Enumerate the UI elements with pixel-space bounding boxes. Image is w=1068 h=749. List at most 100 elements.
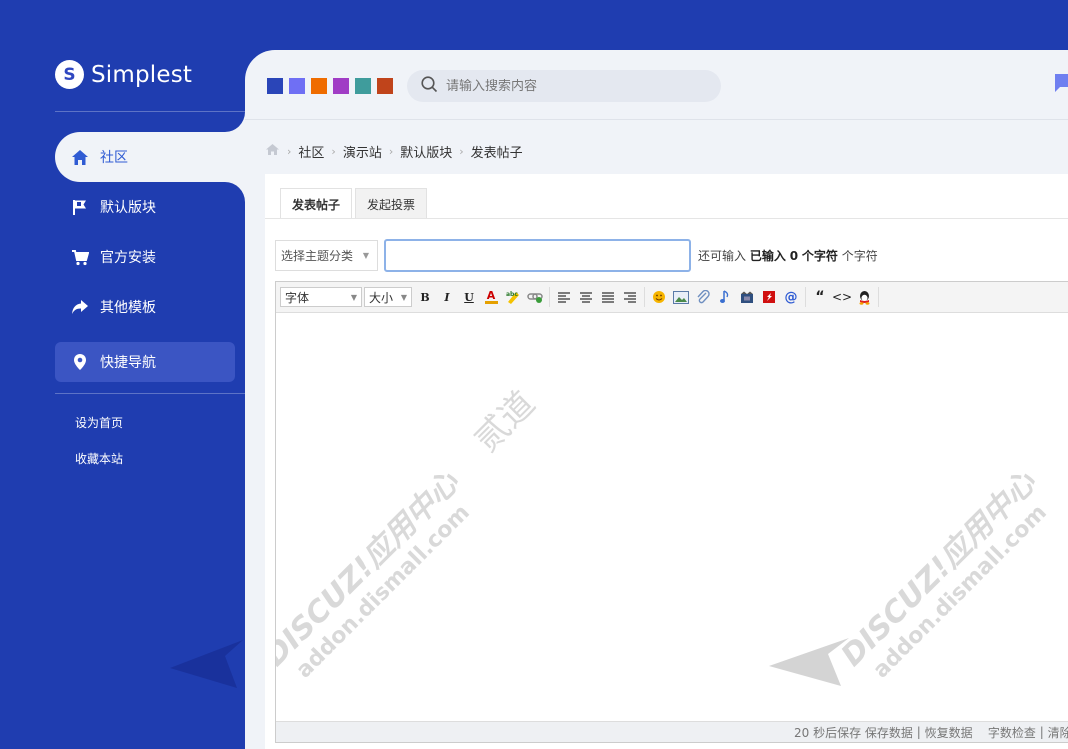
bookmark-site-link[interactable]: 收藏本站 (75, 450, 123, 467)
watermark-arrow-icon (769, 638, 849, 686)
hint-prefix: 还可输入 (698, 249, 747, 263)
search-box (407, 70, 721, 102)
topic-type-value: 选择主题分类 (281, 249, 354, 263)
sidebar-item-other-templates[interactable]: 其他模板 (55, 282, 245, 332)
theme-swatch[interactable] (333, 78, 349, 94)
watermark: DISCUZ!应用中心 addon.dismall.com (829, 460, 1061, 692)
breadcrumb-item[interactable]: 演示站 (343, 142, 382, 161)
clear-content-link[interactable]: 清除 (1048, 724, 1068, 741)
main-panel: › 社区 › 演示站 › 默认版块 › 发表帖子 发表帖子 发起投票 选择主题分… (245, 50, 1068, 749)
logo[interactable]: S Simplest (55, 60, 192, 89)
align-center-icon[interactable] (575, 286, 597, 308)
flash-icon[interactable] (758, 286, 780, 308)
char-count: 0 (789, 249, 799, 263)
theme-swatch[interactable] (377, 78, 393, 94)
search-input[interactable] (446, 78, 706, 94)
watermark: DISCUZ!应用中心 addon.dismall.com (276, 460, 484, 692)
code-button[interactable]: <> (831, 286, 853, 308)
attachment-icon[interactable] (692, 286, 714, 308)
breadcrumb-item[interactable]: 社区 (298, 142, 324, 161)
chevron-down-icon: ▼ (350, 292, 357, 302)
text-color-button[interactable]: A (480, 286, 502, 308)
topic-type-select[interactable]: 选择主题分类 ▼ (275, 240, 378, 271)
breadcrumb-separator: › (459, 145, 464, 158)
breadcrumb-separator: › (388, 145, 394, 158)
quote-button[interactable]: “ (809, 286, 831, 308)
font-size-select[interactable]: 大小 ▼ (364, 287, 412, 307)
breadcrumb-item[interactable]: 默认版块 (400, 142, 452, 161)
toolbar-divider (549, 287, 550, 307)
sidebar-divider (55, 393, 245, 394)
sidebar: S Simplest 社区 默认版块 官方安装 其他模板 快捷导航 设为首页 收… (0, 0, 245, 749)
search-icon[interactable] (421, 75, 438, 97)
italic-button[interactable]: I (436, 286, 458, 308)
bold-button[interactable]: B (414, 286, 436, 308)
cart-icon (71, 248, 89, 266)
watermark-line2: addon.dismall.com (291, 500, 475, 684)
home-icon (71, 148, 89, 166)
sidebar-item-label: 快捷导航 (100, 355, 156, 371)
post-title-input[interactable] (384, 239, 691, 272)
smiley-icon[interactable] (648, 286, 670, 308)
sidebar-item-quick-nav[interactable]: 快捷导航 (55, 342, 235, 382)
align-left-icon[interactable] (553, 286, 575, 308)
word-check-link[interactable]: 字数检查 (988, 724, 1036, 741)
breadcrumb-current: 发表帖子 (470, 146, 523, 161)
at-mention-icon[interactable]: @ (780, 286, 802, 308)
top-bar (245, 50, 1068, 120)
editor-status-bar: 20 秒后保存 保存数据 | 恢复数据 字数检查 | 清除 (276, 721, 1068, 742)
sidebar-divider (55, 111, 245, 112)
restore-data-link[interactable]: 恢复数据 (925, 724, 973, 741)
toolbar-divider (805, 287, 806, 307)
post-tabs: 发表帖子 发起投票 (280, 188, 430, 219)
align-justify-icon[interactable] (597, 286, 619, 308)
chevron-down-icon: ▼ (400, 292, 407, 302)
watermark-brand: 贰道 (466, 383, 544, 460)
tab-new-post[interactable]: 发表帖子 (280, 188, 353, 219)
text-color-letter: A (486, 289, 496, 302)
image-icon[interactable] (670, 286, 692, 308)
hint-unit-bold: 个字符 (801, 249, 838, 263)
editor-toolbar: 字体 ▼ 大小 ▼ B I U A abc @ “ <> (276, 282, 1068, 313)
breadcrumb-separator: › (287, 145, 292, 158)
toolbar-divider (644, 287, 645, 307)
sidebar-item-community[interactable]: 社区 (55, 132, 245, 182)
set-homepage-link[interactable]: 设为首页 (75, 414, 123, 431)
theme-swatch[interactable] (311, 78, 327, 94)
theme-swatch[interactable] (267, 78, 283, 94)
char-count-hint: 还可输入 已输入 0 个字符 个字符 (698, 247, 878, 264)
sidebar-item-official-install[interactable]: 官方安装 (55, 232, 245, 282)
theme-swatch[interactable] (289, 78, 305, 94)
tab-new-poll[interactable]: 发起投票 (355, 188, 428, 219)
underline-button[interactable]: U (458, 286, 480, 308)
watermark-arrow-icon (170, 640, 243, 688)
font-family-select[interactable]: 字体 ▼ (280, 287, 362, 307)
tabs-divider (265, 218, 1068, 219)
message-icon[interactable] (1052, 73, 1068, 93)
music-icon[interactable] (714, 286, 736, 308)
video-icon[interactable] (736, 286, 758, 308)
color-bar (484, 301, 498, 304)
highlight-icon[interactable]: abc (502, 286, 524, 308)
home-icon[interactable] (265, 143, 280, 160)
theme-swatch[interactable] (355, 78, 371, 94)
title-row: 选择主题分类 ▼ 还可输入 已输入 0 个字符 个字符 (275, 239, 878, 272)
logo-text: Simplest (91, 61, 193, 88)
share-arrow-icon (71, 298, 89, 316)
qq-icon[interactable] (853, 286, 875, 308)
font-family-label: 字体 (285, 290, 310, 305)
align-right-icon[interactable] (619, 286, 641, 308)
toolbar-divider (878, 287, 879, 307)
save-data-link[interactable]: 保存数据 (865, 724, 913, 741)
sidebar-item-label: 其他模板 (100, 300, 156, 316)
link-icon[interactable] (524, 286, 546, 308)
watermark-line1: DISCUZ!应用中心 (276, 465, 466, 674)
logo-mark: S (55, 60, 84, 89)
breadcrumb: › 社区 › 演示站 › 默认版块 › 发表帖子 (265, 142, 523, 161)
autosave-countdown: 20 秒后保存 (794, 725, 862, 740)
editor-content-area[interactable]: DISCUZ!应用中心 addon.dismall.com 贰道 DISCUZ!… (276, 313, 1068, 721)
sidebar-item-default-board[interactable]: 默认版块 (55, 182, 245, 232)
flag-icon (71, 198, 89, 216)
theme-swatches (267, 78, 393, 94)
chevron-down-icon: ▼ (362, 251, 369, 260)
